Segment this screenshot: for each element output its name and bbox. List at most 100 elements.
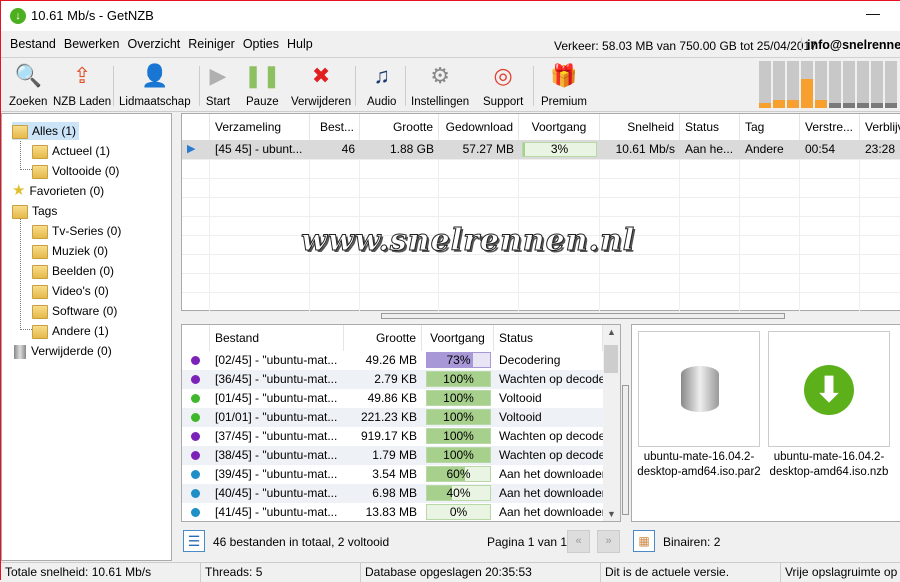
account-email[interactable]: info@snelrennen.nl [801, 38, 900, 52]
grid-view-icon[interactable]: ▦ [633, 530, 655, 552]
column-header[interactable]: Verzameling [210, 114, 310, 140]
preview-card[interactable]: ⬇ [768, 331, 890, 447]
file-size: 3.54 MB [372, 467, 417, 481]
file-row[interactable]: [41/45] - "ubuntu-mat... 13.83 MB 0% Aan he… [182, 503, 603, 521]
file-status: Aan het downloaden [499, 505, 603, 519]
audio-button[interactable]: ♫ Audio [367, 62, 396, 108]
file-row[interactable]: [01/45] - "ubuntu-mat... 49.86 KB 100% Volt… [182, 389, 603, 408]
file-name: [40/45] - "ubuntu-mat... [215, 486, 338, 500]
preview-caption: ubuntu-mate-16.04.2-desktop-amd64.iso.nz… [769, 451, 889, 478]
file-status: Voltooid [499, 410, 542, 424]
column-header[interactable]: Verstre... [800, 114, 860, 140]
start-button[interactable]: ▶ Start [204, 62, 232, 108]
lidmaatschap-button[interactable]: 👤 Lidmaatschap [119, 62, 191, 108]
audio-icon: ♫ [373, 63, 390, 88]
sidebar-item-label: Beelden (0) [52, 264, 115, 278]
column-header[interactable]: Best... [310, 114, 360, 140]
menu-opties[interactable]: Opties [239, 31, 283, 58]
column-header[interactable]: Snelheid [600, 114, 680, 140]
prev-page-button[interactable]: « [567, 530, 590, 553]
sidebar-item-muziek[interactable]: Muziek (0) [32, 242, 108, 260]
sidebar-item-tv-series[interactable]: Tv-Series (0) [32, 222, 121, 240]
status-threads: Threads: 5 [201, 563, 361, 582]
column-header[interactable]: Verblijv [860, 114, 900, 140]
file-row[interactable]: [37/45] - "ubuntu-mat... 919.17 KB 100% Wac… [182, 427, 603, 446]
column-header[interactable]: Grootte [344, 325, 422, 351]
menu-bewerken[interactable]: Bewerken [60, 31, 124, 58]
sidebar-item-videos[interactable]: Video's (0) [32, 282, 109, 300]
vertical-scrollbar[interactable]: ▲ ▼ [603, 325, 620, 521]
sidebar-item-tags[interactable]: Tags [12, 202, 57, 220]
lifebuoy-icon: ◎ [493, 63, 513, 88]
sidebar-item-actueel[interactable]: Actueel (1) [32, 142, 110, 160]
sidebar-item-label: Software (0) [52, 304, 118, 318]
toolbar-separator [405, 66, 406, 106]
sidebar-item-andere[interactable]: Andere (1) [32, 322, 109, 340]
progress-bar: 0% [426, 504, 491, 520]
instellingen-button[interactable]: ⚙ Instellingen [411, 62, 469, 108]
minimize-button[interactable]: — [866, 5, 880, 21]
sidebar-item-alles[interactable]: Alles (1) [12, 122, 80, 140]
file-status: Aan het downloaden [499, 486, 603, 500]
column-header[interactable]: Gedownload [439, 114, 519, 140]
column-header[interactable]: Tag [740, 114, 800, 140]
column-header[interactable]: Status [494, 325, 603, 351]
row-expand-icon[interactable]: ▶ [182, 140, 210, 159]
play-icon: ▶ [209, 63, 227, 88]
status-dot-icon [191, 413, 200, 422]
folder-icon [32, 304, 48, 319]
file-row[interactable]: [36/45] - "ubuntu-mat... 2.79 KB 100% Wacht… [182, 370, 603, 389]
file-row[interactable]: [01/01] - "ubuntu-mat... 221.23 KB 100% Vol… [182, 408, 603, 427]
pause-icon: ❚❚ [243, 63, 281, 88]
folder-icon [32, 264, 48, 279]
folder-icon [12, 204, 28, 219]
column-header[interactable]: Voortgang [519, 114, 600, 140]
watermark: www.snelrennen.nl [300, 223, 636, 259]
column-header[interactable]: Voortgang [422, 325, 494, 351]
cell-tag: Andere [740, 140, 800, 159]
sidebar-item-label: Muziek (0) [52, 244, 109, 258]
tree-line [20, 138, 32, 170]
status-version: Dit is de actuele versie. [601, 563, 781, 582]
premium-button[interactable]: 🎁 Premium [541, 62, 587, 108]
next-page-button[interactable]: » [597, 530, 620, 553]
preview-card[interactable] [638, 331, 760, 447]
sidebar-item-favorieten[interactable]: ★ Favorieten (0) [12, 182, 104, 200]
column-header[interactable]: Status [680, 114, 740, 140]
menu-reiniger[interactable]: Reiniger [184, 31, 239, 58]
status-dot-icon [191, 489, 200, 498]
list-view-icon[interactable]: ☰ [183, 530, 205, 552]
sidebar-tree: Alles (1) Actueel (1) Voltooide (0) ★ Favori… [1, 113, 172, 561]
column-header[interactable]: Bestand [210, 325, 344, 351]
sidebar-item-verwijderde[interactable]: Verwijderde (0) [12, 342, 112, 360]
file-row[interactable]: [39/45] - "ubuntu-mat... 3.54 MB 60% Aan he… [182, 465, 603, 484]
file-row[interactable]: [38/45] - "ubuntu-mat... 1.79 MB 100% Wacht… [182, 446, 603, 465]
menu-bar: Bestand Bewerken Overzicht Reiniger Opties Hu… [1, 31, 900, 58]
sidebar-item-software[interactable]: Software (0) [32, 302, 117, 320]
sidebar-item-label: Andere (1) [52, 324, 109, 338]
verwijderen-button[interactable]: ✖ Verwijderen [291, 62, 351, 108]
page-indicator: Pagina 1 van 1 [487, 535, 568, 549]
folder-icon [12, 124, 28, 139]
menu-bestand[interactable]: Bestand [6, 31, 60, 58]
sidebar-item-beelden[interactable]: Beelden (0) [32, 262, 114, 280]
title-bar: ↓ 10.61 Mb/s - GetNZB — [1, 1, 900, 31]
nzb-laden-button[interactable]: ⇪ NZB Laden [53, 62, 111, 108]
file-row[interactable]: [02/45] - "ubuntu-mat... 49.26 MB 73% Decod… [182, 351, 603, 370]
pauze-button[interactable]: ❚❚ Pauze [243, 62, 281, 108]
support-button[interactable]: ◎ Support [483, 62, 523, 108]
menu-hulp[interactable]: Hulp [283, 31, 317, 58]
column-header[interactable]: Grootte [360, 114, 439, 140]
progress-bar: 60% [426, 466, 491, 482]
file-name: [01/45] - "ubuntu-mat... [215, 391, 338, 405]
sidebar-item-voltooide[interactable]: Voltooide (0) [32, 162, 119, 180]
splitter-handle[interactable] [381, 313, 785, 319]
zoeken-button[interactable]: 🔍 Zoeken [9, 62, 47, 108]
file-row[interactable]: [40/45] - "ubuntu-mat... 6.98 MB 40% Aan he… [182, 484, 603, 503]
side-splitter[interactable] [622, 385, 629, 515]
menu-overzicht[interactable]: Overzicht [123, 31, 184, 58]
sidebar-item-label: Tags [32, 204, 58, 218]
speed-bar [815, 61, 827, 108]
status-dot-icon [191, 508, 200, 517]
file-size: 221.23 KB [360, 410, 417, 424]
